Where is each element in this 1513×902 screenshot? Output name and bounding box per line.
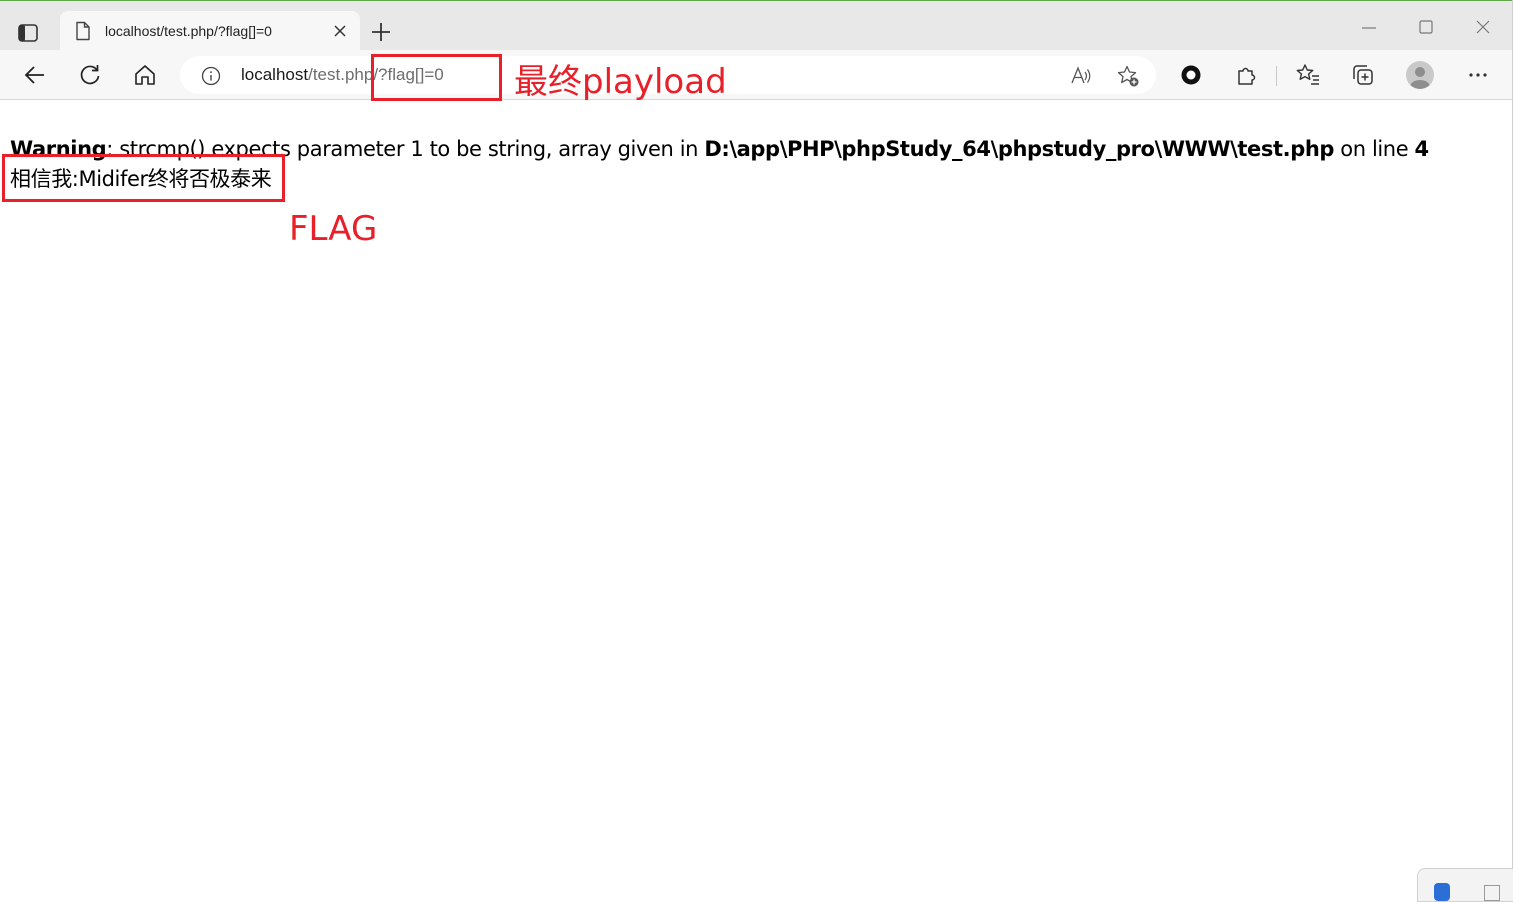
close-icon[interactable] [332, 23, 348, 39]
refresh-icon[interactable] [77, 62, 103, 88]
page-icon [74, 21, 92, 41]
window-icon[interactable] [1484, 885, 1500, 901]
url-host: localhost [241, 65, 309, 84]
more-icon[interactable] [1465, 62, 1491, 88]
read-aloud-icon[interactable] [1070, 65, 1092, 87]
minimize-icon[interactable] [1357, 16, 1381, 40]
toolbar-divider [1276, 66, 1277, 86]
flag-annotation-label: FLAG [289, 209, 378, 249]
avatar[interactable] [1406, 61, 1434, 89]
collections-icon[interactable] [1350, 62, 1376, 88]
page-content: Warning: strcmp() expects parameter 1 to… [0, 100, 1512, 898]
tab-actions-icon[interactable] [14, 19, 42, 47]
file-path: D:\app\PHP\phpStudy_64\phpstudy_pro\WWW\… [704, 137, 1335, 161]
star-plus-icon[interactable] [1116, 64, 1140, 88]
window-close-icon[interactable] [1471, 16, 1495, 40]
circle-extension-icon[interactable] [1178, 62, 1204, 88]
active-tab[interactable]: localhost/test.php/?flag[]=0 [60, 11, 360, 51]
flag-highlight-box [2, 154, 285, 202]
on-line-text: on line [1334, 137, 1415, 161]
favorites-icon[interactable] [1295, 62, 1321, 88]
back-arrow-icon[interactable] [22, 62, 48, 88]
payload-annotation-label: 最终playload [514, 62, 727, 102]
plus-icon[interactable] [368, 19, 394, 45]
system-tray-fragment [1417, 868, 1513, 902]
tab-strip: localhost/test.php/?flag[]=0 [0, 1, 1512, 51]
browser-toolbar: localhost/test.php/?flag[]=0 [0, 50, 1512, 100]
bluetooth-icon[interactable] [1434, 883, 1450, 901]
maximize-icon[interactable] [1414, 16, 1438, 40]
info-icon[interactable] [201, 66, 221, 86]
tab-title: localhost/test.php/?flag[]=0 [105, 23, 272, 39]
payload-highlight-box [371, 54, 502, 101]
home-icon[interactable] [132, 62, 158, 88]
line-number: 4 [1414, 137, 1430, 161]
puzzle-icon[interactable] [1233, 62, 1259, 88]
